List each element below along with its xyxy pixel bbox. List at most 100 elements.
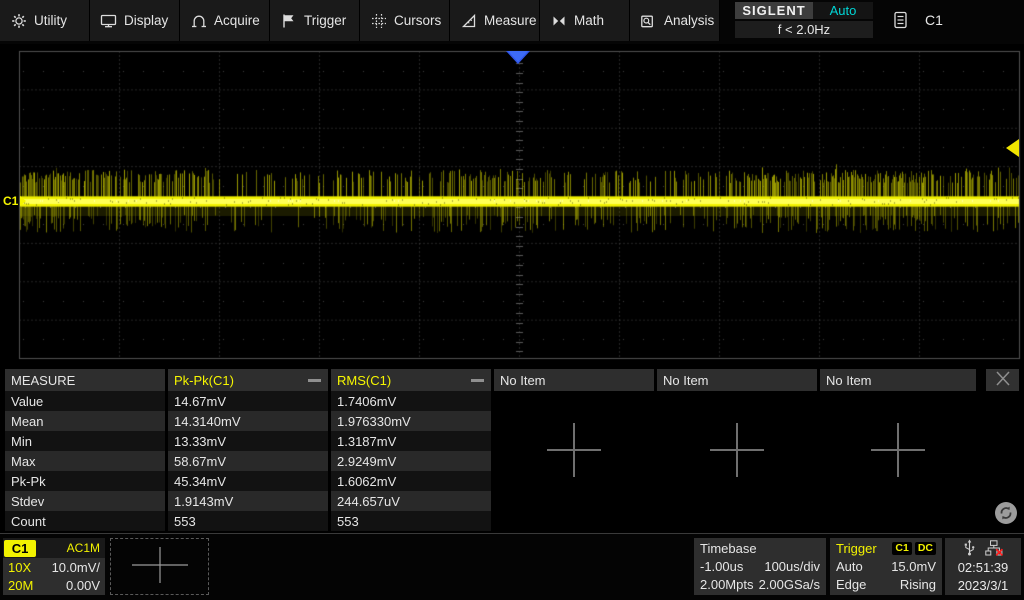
clock-time: 02:51:39 [958, 558, 1009, 576]
measure-empty-header: No Item [494, 369, 654, 391]
menu-item-label: Utility [34, 13, 67, 28]
menu-item-utility[interactable]: Utility [0, 0, 90, 41]
menu-item-math[interactable]: Math [540, 0, 630, 41]
bottom-status-bar: C1 AC1M 10X 10.0mV/ 20M 0.00V Timebase -… [0, 533, 1024, 600]
measure-empty-header: No Item [820, 369, 976, 391]
clock-date: 2023/3/1 [958, 576, 1009, 594]
close-icon [994, 371, 1012, 389]
measure-value: 1.9143mV [168, 491, 328, 511]
channel-coupling: AC1M [67, 541, 100, 555]
lan-disconnected-icon [985, 540, 1003, 559]
menu-item-trigger[interactable]: Trigger [270, 0, 360, 41]
timebase-delay: -1.00us [700, 559, 743, 574]
trigger-coupling-badge: DC [915, 542, 936, 555]
add-measure-button[interactable] [869, 421, 927, 479]
clipboard-icon [892, 11, 909, 28]
measure-column-header[interactable]: RMS(C1) [331, 369, 491, 391]
menu-item-label: Trigger [304, 13, 346, 28]
measure-row-label: Mean [5, 411, 165, 431]
menu-item-label: Math [574, 13, 604, 28]
notification-area[interactable]: C1 [892, 11, 943, 28]
measure-value: 244.657uV [331, 491, 491, 511]
measure-value: 58.67mV [168, 451, 328, 471]
system-status-panel: 02:51:39 2023/3/1 [945, 538, 1021, 595]
trigger-slope: Rising [900, 577, 936, 592]
math-icon [550, 12, 567, 29]
measure-row-label: Stdev [5, 491, 165, 511]
remove-measure-icon[interactable] [308, 379, 321, 382]
trigger-level: 15.0mV [891, 559, 936, 574]
channel-attenuation: 10X [8, 560, 31, 575]
timebase-title: Timebase [700, 541, 757, 556]
measure-value: 553 [331, 511, 491, 531]
measure-row-label: Max [5, 451, 165, 471]
remove-measure-icon[interactable] [471, 379, 484, 382]
menu-item-display[interactable]: Display [90, 0, 180, 41]
channel-offset-value: 0.00V [66, 578, 100, 593]
menu-item-analysis[interactable]: Analysis [630, 0, 720, 41]
measure-row-label: Value [5, 391, 165, 411]
measure-value: 1.6062mV [331, 471, 491, 491]
menu-item-label: Acquire [214, 13, 260, 28]
usb-icon [963, 539, 976, 559]
measure-panel: MEASUREPk-Pk(C1)RMS(C1)No ItemNo ItemNo … [0, 368, 1024, 533]
frequency-counter: f < 2.0Hz [735, 21, 873, 38]
menu-item-cursors[interactable]: Cursors [360, 0, 450, 41]
brand-block: SIGLENT Auto f < 2.0Hz [735, 2, 873, 39]
add-measure-button[interactable] [708, 421, 766, 479]
measure-corner-header: MEASURE [5, 369, 165, 391]
timebase-memory-depth: 2.00Mpts [700, 577, 753, 592]
waveform-display[interactable] [0, 44, 1024, 368]
channel-offset-label: C1 [3, 194, 18, 208]
menu-item-label: Measure [484, 13, 537, 28]
monitor-icon [100, 12, 117, 29]
menu-item-measure[interactable]: Measure [450, 0, 540, 41]
reset-statistics-icon [994, 513, 1018, 528]
measure-value: 1.976330mV [331, 411, 491, 431]
measure-column-label: Pk-Pk(C1) [174, 373, 234, 388]
channel-offset-marker[interactable]: C1 [3, 194, 26, 208]
timebase-scale: 100us/div [764, 559, 820, 574]
measure-value: 14.67mV [168, 391, 328, 411]
measure-value: 553 [168, 511, 328, 531]
ruler-icon [460, 12, 477, 29]
measure-row-label: Min [5, 431, 165, 451]
measure-column-header[interactable]: Pk-Pk(C1) [168, 369, 328, 391]
channel-volts-per-div: 10.0mV/ [52, 560, 100, 575]
menu-item-label: Analysis [664, 13, 714, 28]
gear-icon [10, 12, 27, 29]
measure-value: 2.9249mV [331, 451, 491, 471]
channel-bandwidth: 20M [8, 578, 33, 593]
timebase-sample-rate: 2.00GSa/s [759, 577, 820, 592]
trigger-source-badge: C1 [892, 542, 911, 555]
measure-close-button[interactable] [986, 369, 1019, 391]
timebase-descriptor[interactable]: Timebase -1.00us 100us/div 2.00Mpts 2.00… [694, 538, 826, 595]
channel-descriptor-c1[interactable]: C1 AC1M 10X 10.0mV/ 20M 0.00V [3, 538, 105, 595]
measure-value: 14.3140mV [168, 411, 328, 431]
analysis-icon [640, 12, 657, 29]
menu-item-label: Display [124, 13, 168, 28]
cursors-icon [370, 12, 387, 29]
measure-value: 13.33mV [168, 431, 328, 451]
trigger-position-marker[interactable] [506, 51, 530, 64]
measure-row-label: Pk-Pk [5, 471, 165, 491]
measure-value: 45.34mV [168, 471, 328, 491]
channel-offset-arrow-icon [20, 196, 26, 206]
trigger-descriptor[interactable]: Trigger C1 DC Auto 15.0mV Edge Rising [830, 538, 942, 595]
add-channel-box[interactable] [110, 538, 209, 595]
trigger-level-marker[interactable] [1006, 139, 1019, 157]
measure-row-label: Count [5, 511, 165, 531]
flag-icon [280, 12, 297, 29]
waveform-area: C1 [0, 44, 1024, 368]
menu-item-label: Cursors [394, 13, 441, 28]
trigger-mode: Auto [836, 559, 863, 574]
measure-value: 1.3187mV [331, 431, 491, 451]
menu-bar: Utility Display Acquire Trigger Cursors Measu… [0, 0, 1024, 44]
channel-badge: C1 [4, 540, 36, 557]
oscilloscope-screen: { "menu": { "items": [ {"id":"utility","… [0, 0, 1024, 600]
menu-item-acquire[interactable]: Acquire [180, 0, 270, 41]
reset-statistics-button[interactable] [994, 501, 1018, 525]
acquisition-mode-badge: Auto [813, 2, 873, 19]
add-measure-button[interactable] [545, 421, 603, 479]
acquire-icon [190, 12, 207, 29]
